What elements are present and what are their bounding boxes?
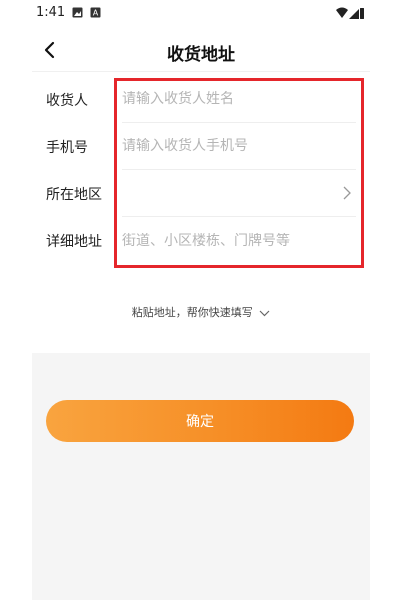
region-field-wrap: [122, 170, 356, 217]
nav-bar: 收货地址: [32, 28, 370, 72]
address-form: 收货人 手机号 所在地区: [32, 76, 370, 264]
phone-label: 手机号: [46, 140, 88, 156]
chevron-down-icon: [259, 310, 270, 316]
detail-label: 详细地址: [46, 234, 102, 250]
image-icon: [72, 7, 83, 18]
detail-field-wrap: [122, 217, 356, 264]
recipient-label: 收货人: [46, 93, 88, 109]
region-label: 所在地区: [46, 187, 102, 203]
page-title: 收货地址: [167, 45, 235, 65]
phone-field-wrap: [122, 123, 356, 170]
battery-icon: [360, 8, 364, 19]
phone-input[interactable]: [122, 138, 356, 154]
wifi-icon: [336, 7, 348, 18]
bottom-area: 确定: [32, 353, 370, 600]
recipient-input[interactable]: [122, 91, 356, 107]
recipient-field-wrap: [122, 76, 356, 123]
status-bar: 1:41 A: [32, 0, 370, 26]
recipient-row: 收货人: [32, 76, 370, 123]
paste-address-link[interactable]: 粘贴地址，帮你快速填写: [32, 304, 370, 320]
status-icons: [336, 7, 364, 19]
signal-icon: [349, 9, 359, 19]
status-time: 1:41: [36, 5, 66, 20]
region-selector[interactable]: [122, 170, 356, 216]
paste-hint-text: 粘贴地址，帮你快速填写: [131, 306, 253, 319]
chevron-right-icon: [343, 186, 351, 200]
region-row: 所在地区: [32, 170, 370, 217]
svg-text:A: A: [93, 9, 99, 18]
phone-row: 手机号: [32, 123, 370, 170]
detail-address-input[interactable]: [122, 232, 356, 249]
detail-row: 详细地址: [32, 217, 370, 264]
app-screen: 1:41 A 收货地址 收货人 请输入收货人姓名 手机号 请输入收货人手机号 所…: [32, 0, 370, 600]
confirm-button[interactable]: 确定: [46, 400, 354, 442]
notification-icon: A: [90, 7, 101, 18]
screen: 1:41 A 收货地址 收货人 请输入收货人姓名 手机号 请输入收货人手机号 所…: [0, 0, 400, 600]
